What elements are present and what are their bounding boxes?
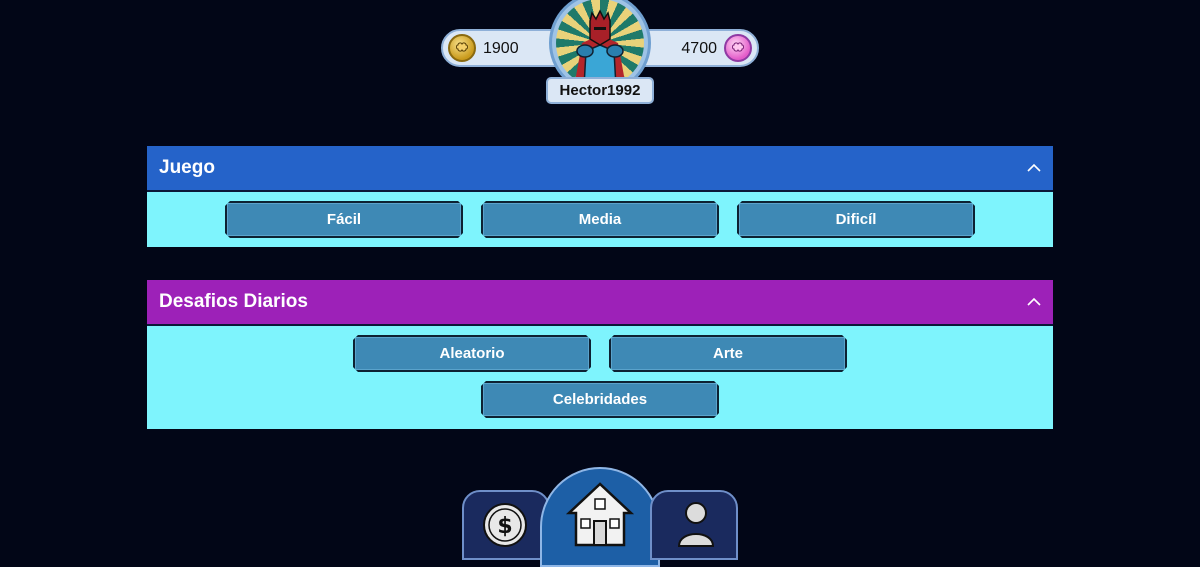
avatar-image: [556, 0, 644, 87]
game-section: Juego Fácil Media Dificíl: [147, 146, 1053, 247]
game-section-header[interactable]: Juego: [147, 146, 1053, 192]
daily-challenges-header[interactable]: Desafios Diarios: [147, 280, 1053, 326]
nav-home-tab[interactable]: [540, 467, 660, 567]
chevron-up-icon[interactable]: [1027, 163, 1041, 173]
coin-count: 1900: [483, 40, 519, 57]
art-button[interactable]: Arte: [609, 335, 847, 372]
svg-text:$: $: [497, 514, 512, 539]
username-label: Hector1992: [546, 77, 654, 104]
section-title: Juego: [159, 157, 215, 178]
chevron-up-icon[interactable]: [1027, 297, 1041, 307]
gem-count: 4700: [681, 40, 717, 57]
easy-button[interactable]: Fácil: [225, 201, 463, 238]
hard-button[interactable]: Dificíl: [737, 201, 975, 238]
random-button[interactable]: Aleatorio: [353, 335, 591, 372]
brain-coin-icon: [448, 34, 476, 62]
profile-icon: [677, 502, 715, 547]
medium-button[interactable]: Media: [481, 201, 719, 238]
celebrities-button[interactable]: Celebridades: [481, 381, 719, 418]
daily-challenges-body: Aleatorio Arte Celebridades: [147, 326, 1053, 429]
game-section-body: Fácil Media Dificíl: [147, 192, 1053, 247]
section-title: Desafios Diarios: [159, 291, 308, 312]
brain-gem-icon: [724, 34, 752, 62]
coin-shop-icon: $: [483, 503, 527, 547]
home-icon: [566, 482, 634, 547]
daily-challenges-section: Desafios Diarios Aleatorio Arte Celebrid…: [147, 280, 1053, 429]
